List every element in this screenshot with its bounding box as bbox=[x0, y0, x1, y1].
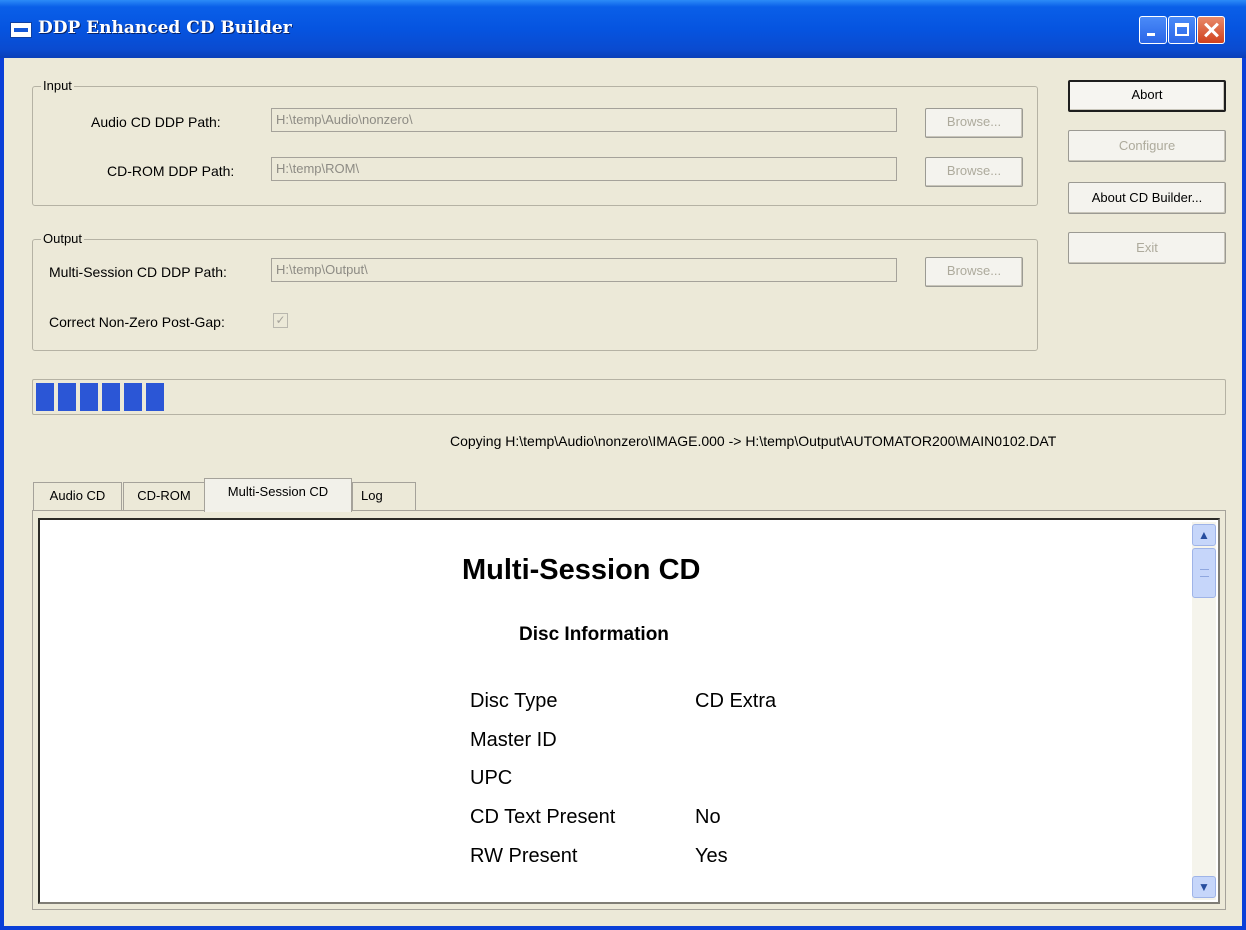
close-button[interactable] bbox=[1197, 16, 1225, 44]
status-text: Copying H:\temp\Audio\nonzero\IMAGE.000 … bbox=[450, 433, 1057, 449]
row-key: CD Text Present bbox=[470, 806, 616, 828]
progress-block bbox=[102, 383, 120, 411]
tab-cd-rom[interactable]: CD-ROM bbox=[123, 482, 205, 510]
output-group: Output bbox=[32, 231, 1038, 351]
post-gap-checkbox[interactable]: ✓ bbox=[273, 313, 288, 328]
tab-multi-session-cd[interactable]: Multi-Session CD bbox=[204, 478, 352, 512]
input-group-label: Input bbox=[41, 78, 74, 93]
multi-session-path-field[interactable]: H:\temp\Output\ bbox=[271, 258, 897, 282]
progress-block bbox=[58, 383, 76, 411]
row-value: No bbox=[695, 806, 721, 828]
cd-rom-path-field[interactable]: H:\temp\ROM\ bbox=[271, 157, 897, 181]
progress-bar bbox=[32, 379, 1226, 415]
row-key: Master ID bbox=[470, 729, 557, 751]
exit-button[interactable]: Exit bbox=[1068, 232, 1226, 264]
configure-button[interactable]: Configure bbox=[1068, 130, 1226, 162]
audio-cd-path-label: Audio CD DDP Path: bbox=[91, 114, 221, 130]
progress-block bbox=[36, 383, 54, 411]
report-section-heading: Disc Information bbox=[519, 624, 669, 645]
scroll-thumb[interactable] bbox=[1192, 548, 1216, 598]
row-key: Disc Type bbox=[470, 690, 558, 712]
output-browse-button[interactable]: Browse... bbox=[925, 257, 1023, 287]
rom-browse-button[interactable]: Browse... bbox=[925, 157, 1023, 187]
scroll-up-arrow-icon[interactable]: ▲ bbox=[1192, 524, 1216, 546]
audio-cd-path-field[interactable]: H:\temp\Audio\nonzero\ bbox=[271, 108, 897, 132]
row-value: Yes bbox=[695, 845, 728, 867]
row-key: RW Present bbox=[470, 845, 578, 867]
minimize-button[interactable] bbox=[1139, 16, 1167, 44]
about-button[interactable]: About CD Builder... bbox=[1068, 182, 1226, 214]
scroll-down-arrow-icon[interactable]: ▼ bbox=[1192, 876, 1216, 898]
cd-rom-path-label: CD-ROM DDP Path: bbox=[107, 163, 235, 179]
title-bar[interactable]: DDP Enhanced CD Builder bbox=[0, 0, 1246, 58]
abort-button[interactable]: Abort bbox=[1068, 80, 1226, 112]
row-value: CD Extra bbox=[695, 690, 777, 712]
maximize-button[interactable] bbox=[1168, 16, 1196, 44]
report-title: Multi-Session CD bbox=[462, 554, 701, 586]
progress-block bbox=[124, 383, 142, 411]
window-title: DDP Enhanced CD Builder bbox=[38, 18, 292, 38]
output-group-label: Output bbox=[41, 231, 85, 246]
tab-audio-cd[interactable]: Audio CD bbox=[33, 482, 122, 510]
multi-session-path-label: Multi-Session CD DDP Path: bbox=[49, 264, 227, 280]
app-icon bbox=[10, 22, 32, 38]
progress-block bbox=[80, 383, 98, 411]
tab-log[interactable]: Log bbox=[352, 482, 416, 510]
progress-block bbox=[146, 383, 164, 411]
audio-browse-button[interactable]: Browse... bbox=[925, 108, 1023, 138]
input-group: Input bbox=[32, 78, 1038, 206]
row-key: UPC bbox=[470, 767, 513, 789]
checkmark-icon: ✓ bbox=[275, 313, 286, 327]
post-gap-label: Correct Non-Zero Post-Gap: bbox=[49, 314, 225, 330]
